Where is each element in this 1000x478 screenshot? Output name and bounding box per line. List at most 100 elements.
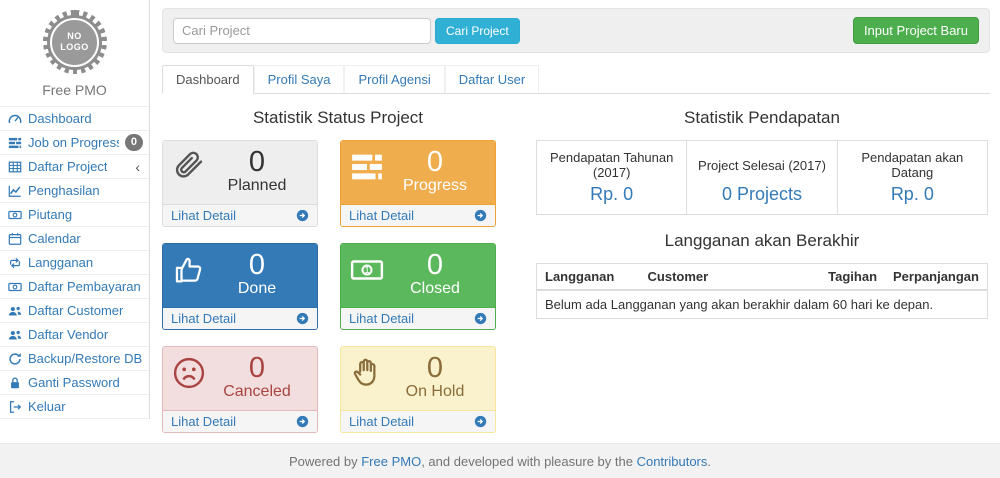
search-button[interactable]: Cari Project <box>435 18 520 44</box>
sidebar-item-piutang[interactable]: Piutang <box>0 203 149 227</box>
users-icon <box>8 328 22 342</box>
subscription-col-header: Customer <box>640 264 821 291</box>
card-label: Progress <box>384 177 486 195</box>
lihat-detail-link-closed[interactable]: Lihat Detail <box>341 307 495 329</box>
tab-profil-agensi[interactable]: Profil Agensi <box>344 65 444 93</box>
sidebar-item-label: Keluar <box>28 399 66 414</box>
income-section-title: Statistik Pendapatan <box>536 108 988 128</box>
income-col-header: Project Selesai (2017) <box>687 141 837 183</box>
status-card-done: 0 Done Lihat Detail <box>162 243 318 330</box>
sidebar-item-daftar-customer[interactable]: Daftar Customer <box>0 299 149 323</box>
sidebar-item-label: Daftar Customer <box>28 303 123 318</box>
sidebar-item-label: Daftar Pembayaran <box>28 279 141 294</box>
card-label: On Hold <box>384 383 486 401</box>
money-icon <box>8 280 22 294</box>
input-project-baru-button[interactable]: Input Project Baru <box>853 17 979 44</box>
main-content: Cari Project Input Project Baru Dashboar… <box>150 0 1000 433</box>
page-footer: Powered by Free PMO, and developed with … <box>0 443 1000 478</box>
lihat-detail-label: Lihat Detail <box>349 311 414 326</box>
search-input[interactable] <box>173 18 431 44</box>
subscription-col-header: Perpanjangan <box>885 264 987 291</box>
frown-icon <box>172 356 206 393</box>
income-col-value: Rp. 0 <box>837 182 987 215</box>
lihat-detail-label: Lihat Detail <box>171 414 236 429</box>
status-section: Statistik Status Project 0 Planned Lihat… <box>162 100 514 433</box>
tasks-icon <box>8 136 22 150</box>
lihat-detail-link-done[interactable]: Lihat Detail <box>163 307 317 329</box>
subscription-col-header: Langganan <box>537 264 640 291</box>
status-card-on-hold: 0 On Hold Lihat Detail <box>340 346 496 433</box>
sidebar-item-calendar[interactable]: Calendar <box>0 227 149 251</box>
tab-profil-saya[interactable]: Profil Saya <box>254 65 345 93</box>
income-col-header: Pendapatan Tahunan (2017) <box>537 141 687 183</box>
footer-text: Powered by <box>289 454 361 469</box>
income-col-header: Pendapatan akan Datang <box>837 141 987 183</box>
sidebar-item-label: Langganan <box>28 255 93 270</box>
tab-daftar-user[interactable]: Daftar User <box>445 65 539 93</box>
free-pmo-link[interactable]: Free PMO <box>361 454 421 469</box>
chevron-left-icon: ‹ <box>135 160 143 174</box>
logo-badge-line1: NO <box>67 31 82 42</box>
sidebar-item-daftar-project[interactable]: Daftar Project ‹ <box>0 155 149 179</box>
sidebar-item-langganan[interactable]: Langganan <box>0 251 149 275</box>
lihat-detail-link-planned[interactable]: Lihat Detail <box>163 204 317 226</box>
sign-out-icon <box>8 400 22 414</box>
tab-bar: Dashboard Profil Saya Profil Agensi Daft… <box>162 65 990 94</box>
status-section-title: Statistik Status Project <box>162 108 514 128</box>
status-card-closed: 1 0 Closed Lihat Detail <box>340 243 496 330</box>
sidebar-item-dashboard[interactable]: Dashboard <box>0 107 149 131</box>
sidebar-item-daftar-vendor[interactable]: Daftar Vendor <box>0 323 149 347</box>
sidebar-item-label: Daftar Vendor <box>28 327 108 342</box>
sidebar-item-job-on-progress[interactable]: Job on Progress 0 <box>0 131 149 155</box>
sidebar-item-label: Ganti Password <box>28 375 120 390</box>
app-name: Free PMO <box>0 82 149 98</box>
job-count-badge: 0 <box>125 134 143 150</box>
status-card-progress: 0 Progress Lihat Detail <box>340 140 496 227</box>
card-label: Done <box>206 280 308 298</box>
lihat-detail-link-on-hold[interactable]: Lihat Detail <box>341 410 495 432</box>
card-count: 0 <box>384 147 486 177</box>
income-table: Pendapatan Tahunan (2017) Project Selesa… <box>536 140 988 215</box>
refresh-icon <box>8 352 22 366</box>
no-logo-badge: NO LOGO <box>43 10 107 74</box>
arrow-circle-right-icon <box>474 415 487 428</box>
sidebar-item-label: Dashboard <box>28 111 92 126</box>
sidebar-item-penghasilan[interactable]: Penghasilan <box>0 179 149 203</box>
arrow-circle-right-icon <box>474 209 487 222</box>
arrow-circle-right-icon <box>296 415 309 428</box>
footer-text: . <box>707 454 711 469</box>
status-cards-grid: 0 Planned Lihat Detail 0 Progre <box>162 140 514 433</box>
table-icon <box>8 160 22 174</box>
card-label: Canceled <box>206 383 308 401</box>
line-chart-icon <box>8 184 22 198</box>
lihat-detail-link-canceled[interactable]: Lihat Detail <box>163 410 317 432</box>
arrow-circle-right-icon <box>296 209 309 222</box>
status-card-canceled: 0 Canceled Lihat Detail <box>162 346 318 433</box>
card-count: 0 <box>206 147 308 177</box>
sidebar-item-daftar-pembayaran[interactable]: Daftar Pembayaran <box>0 275 149 299</box>
sidebar-menu: Dashboard Job on Progress 0 Daftar Proje… <box>0 106 149 419</box>
subscription-empty-row: Belum ada Langganan yang akan berakhir d… <box>537 290 988 319</box>
card-label: Closed <box>384 280 486 298</box>
sidebar: NO LOGO Free PMO Dashboard Job on Progre… <box>0 0 150 419</box>
income-col-value: Rp. 0 <box>537 182 687 215</box>
sidebar-item-backup-restore-db[interactable]: Backup/Restore DB <box>0 347 149 371</box>
status-card-planned: 0 Planned Lihat Detail <box>162 140 318 227</box>
retweet-icon <box>8 256 22 270</box>
lihat-detail-link-progress[interactable]: Lihat Detail <box>341 204 495 226</box>
card-label: Planned <box>206 177 308 195</box>
tab-dashboard[interactable]: Dashboard <box>162 65 254 94</box>
card-count: 0 <box>206 353 308 383</box>
sidebar-item-keluar[interactable]: Keluar <box>0 395 149 419</box>
sidebar-item-label: Penghasilan <box>28 183 100 198</box>
thumbs-up-icon <box>172 253 206 290</box>
sidebar-item-label: Piutang <box>28 207 72 222</box>
contributors-link[interactable]: Contributors <box>637 454 708 469</box>
gauge-icon <box>8 112 22 126</box>
subscription-col-header: Tagihan <box>820 264 885 291</box>
lock-icon <box>8 376 22 390</box>
logo-badge-line2: LOGO <box>60 42 89 53</box>
arrow-circle-right-icon <box>474 312 487 325</box>
sidebar-item-ganti-password[interactable]: Ganti Password <box>0 371 149 395</box>
money-icon <box>8 208 22 222</box>
